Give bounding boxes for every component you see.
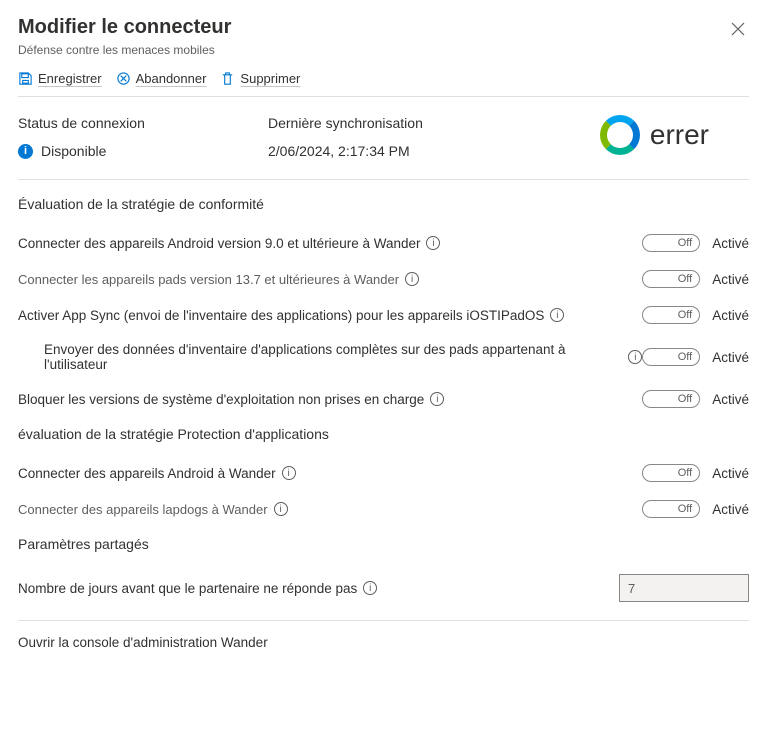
info-icon[interactable]: i xyxy=(282,466,296,480)
divider xyxy=(18,620,749,621)
toggle-on-label: Activé xyxy=(712,308,749,323)
toggle-on-label: Activé xyxy=(712,502,749,517)
toggle-appsync[interactable]: Off xyxy=(642,306,700,324)
lastsync-value: 2/06/2024, 2:17:34 PM xyxy=(268,143,410,159)
info-icon[interactable]: i xyxy=(426,236,440,250)
toggle-on-label: Activé xyxy=(712,350,749,365)
close-button[interactable] xyxy=(727,16,749,45)
toggle-android-compliance[interactable]: Off xyxy=(642,234,700,252)
lastsync-label: Dernière synchronisation xyxy=(268,115,498,131)
open-console-link[interactable]: Ouvrir la console d'administration Wande… xyxy=(18,635,749,650)
page-title: Modifier le connecteur xyxy=(18,16,231,39)
days-input[interactable] xyxy=(619,574,749,602)
info-status-icon: i xyxy=(18,144,33,159)
info-icon[interactable]: i xyxy=(363,581,377,595)
setting-block-unsupported: Bloquer les versions de système d'exploi… xyxy=(18,392,642,407)
setting-lapdogs-app: Connecter des appareils lapdogs à Wander… xyxy=(18,502,642,517)
toggle-on-label: Activé xyxy=(712,392,749,407)
divider xyxy=(18,96,749,97)
toggle-pads-compliance[interactable]: Off xyxy=(642,270,700,288)
toggle-on-label: Activé xyxy=(712,466,749,481)
info-icon[interactable]: i xyxy=(405,272,419,286)
info-icon[interactable]: i xyxy=(550,308,564,322)
info-icon[interactable]: i xyxy=(628,350,642,364)
section-appprotection: évaluation de la stratégie Protection d'… xyxy=(18,426,749,442)
discard-label: Abandonner xyxy=(136,71,207,86)
toolbar: Enregistrer Abandonner Supprimer xyxy=(18,71,749,86)
setting-android-app: Connecter des appareils Android à Wander… xyxy=(18,466,642,481)
connection-status-label: Status de connexion xyxy=(18,115,248,131)
brand-text: errer xyxy=(650,119,709,151)
trash-icon xyxy=(220,71,235,86)
toggle-android-app[interactable]: Off xyxy=(642,464,700,482)
section-shared: Paramètres partagés xyxy=(18,536,749,552)
section-compliance: Évaluation de la stratégie de conformité xyxy=(18,196,749,212)
info-icon[interactable]: i xyxy=(274,502,288,516)
setting-pads-compliance: Connecter les appareils pads version 13.… xyxy=(18,272,642,287)
delete-button[interactable]: Supprimer xyxy=(220,71,300,86)
save-icon xyxy=(18,71,33,86)
toggle-full-inventory[interactable]: Off xyxy=(642,348,700,366)
save-button[interactable]: Enregistrer xyxy=(18,71,102,86)
connection-status-value: Disponible xyxy=(41,143,106,159)
setting-android-compliance: Connecter des appareils Android version … xyxy=(18,236,642,251)
discard-button[interactable]: Abandonner xyxy=(116,71,207,86)
info-icon[interactable]: i xyxy=(430,392,444,406)
divider xyxy=(18,179,749,180)
save-label: Enregistrer xyxy=(38,71,102,86)
toggle-on-label: Activé xyxy=(712,272,749,287)
toggle-on-label: Activé xyxy=(712,236,749,251)
setting-appsync: Activer App Sync (envoi de l'inventaire … xyxy=(18,308,642,323)
setting-full-inventory: Envoyer des données d'inventaire d'appli… xyxy=(18,342,642,372)
discard-icon xyxy=(116,71,131,86)
toggle-block-unsupported[interactable]: Off xyxy=(642,390,700,408)
toggle-lapdogs-app[interactable]: Off xyxy=(642,500,700,518)
brand-circle-icon xyxy=(600,115,640,155)
brand-logo: errer xyxy=(518,115,749,155)
delete-label: Supprimer xyxy=(240,71,300,86)
close-icon xyxy=(731,22,745,36)
setting-days-unresponsive: Nombre de jours avant que le partenaire … xyxy=(18,581,619,596)
page-subtitle: Défense contre les menaces mobiles xyxy=(18,43,231,57)
